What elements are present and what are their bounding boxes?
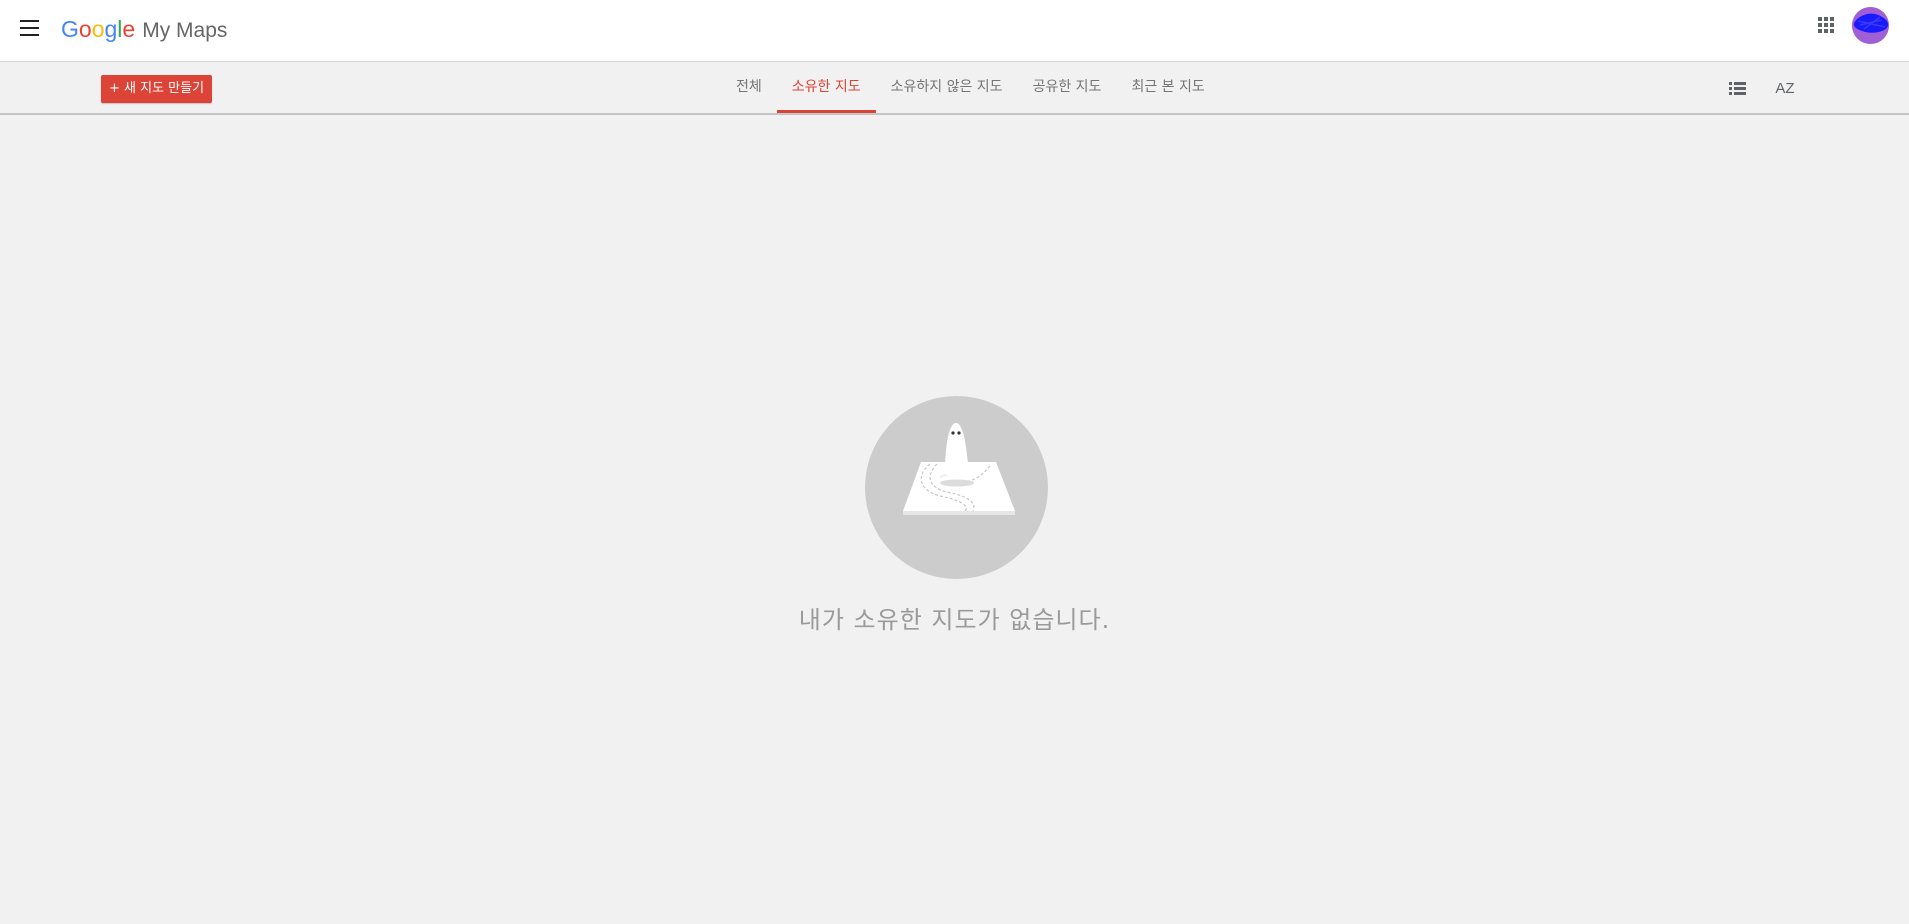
sort-alphabetical-icon[interactable]: AZ [1773, 77, 1797, 101]
logo-letter: G [61, 16, 79, 42]
hamburger-menu-icon[interactable] [20, 20, 39, 36]
logo-letter: o [91, 16, 105, 42]
avatar-image [1852, 7, 1889, 44]
apps-grid-icon[interactable] [1818, 17, 1835, 34]
logo-letter: g [104, 16, 118, 42]
tab-all[interactable]: 전체 [721, 62, 777, 113]
tab-shared-maps[interactable]: 공유한 지도 [1018, 62, 1117, 113]
ghost-on-map-illustration [865, 396, 1048, 579]
map-filter-tabs: 전체 소유한 지도 소유하지 않은 지도 공유한 지도 최근 본 지도 [721, 62, 1220, 113]
map-filter-toolbar: + 새 지도 만들기 전체 소유한 지도 소유하지 않은 지도 공유한 지도 최… [0, 62, 1909, 115]
logo-letter: o [78, 16, 92, 42]
tab-not-owned-maps[interactable]: 소유하지 않은 지도 [876, 62, 1018, 113]
empty-state-message: 내가 소유한 지도가 없습니다. [798, 606, 1111, 634]
tab-recently-viewed[interactable]: 최근 본 지도 [1116, 62, 1219, 113]
product-name: My Maps [142, 19, 228, 42]
google-my-maps-logo[interactable]: Google My Maps [61, 14, 227, 46]
ghost-map-graphic [903, 423, 1015, 515]
app-header: Google My Maps [0, 0, 1909, 62]
create-new-map-button[interactable]: + 새 지도 만들기 [101, 75, 213, 103]
list-view-icon[interactable] [1729, 82, 1746, 96]
account-avatar[interactable] [1852, 7, 1889, 44]
tab-owned-maps[interactable]: 소유한 지도 [776, 62, 876, 113]
logo-letter: e [122, 16, 136, 42]
